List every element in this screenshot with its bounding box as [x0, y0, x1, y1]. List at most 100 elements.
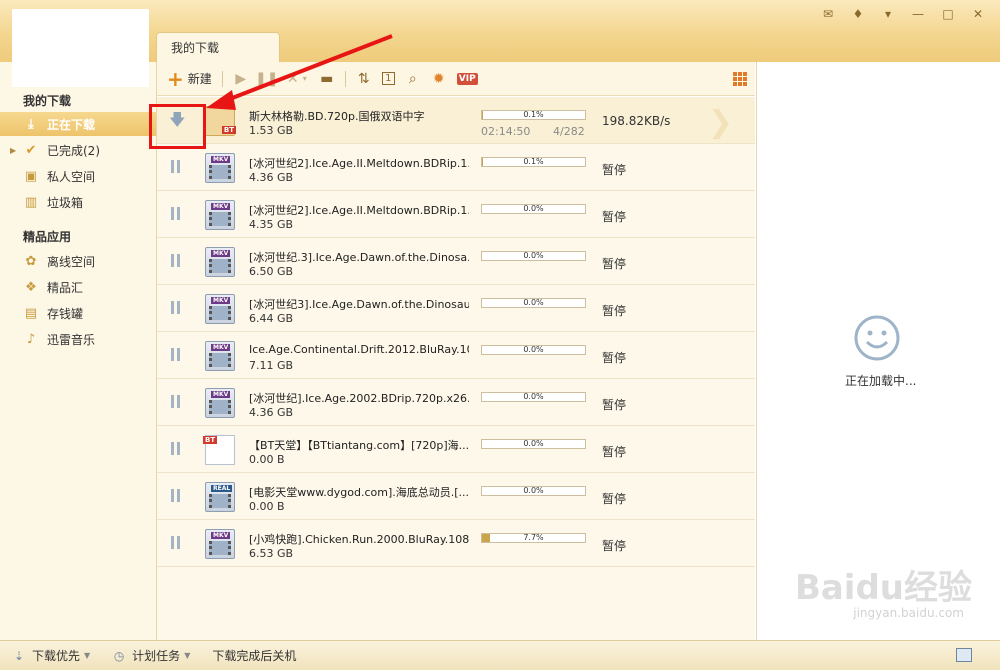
panel-toggle-icon[interactable] — [956, 648, 972, 662]
scheduled-task-button[interactable]: ◷ 计划任务 ▼ — [112, 647, 190, 664]
open-folder-button[interactable]: ▬ — [319, 68, 335, 90]
pause-icon[interactable] — [171, 348, 183, 362]
pause-icon[interactable] — [171, 207, 183, 221]
sidebar-item-label: 离线空间 — [47, 254, 96, 269]
settings-button[interactable]: ✹ — [431, 68, 447, 90]
sidebar-item-label: 私人空间 — [47, 169, 96, 184]
pause-icon[interactable] — [171, 254, 183, 268]
table-row[interactable]: MKV [冰河世纪2].Ice.Age.II.Meltdown.BDRip.1.… — [157, 144, 755, 191]
file-name: [小鸡快跑].Chicken.Run.2000.BluRay.108... — [249, 533, 469, 546]
sidebar: 我的下载 ⤓ 正在下载 ▶ ✔ 已完成(2) ▣ 私人空间 ▥ 垃圾箱 精品应用… — [0, 62, 157, 640]
status-text: 暂停 — [602, 163, 627, 177]
download-list: 🡇 BT 斯大林格勒.BD.720p.国俄双语中字 1.53 GB 0.1% 0… — [157, 97, 755, 640]
progress-bar: 0.0% — [481, 439, 586, 449]
file-size: 4.36 GB — [249, 406, 294, 419]
bt-folder-icon: BT — [205, 106, 236, 136]
file-size: 6.50 GB — [249, 265, 294, 278]
folder-icon: ▬ — [320, 70, 334, 87]
pause-icon[interactable] — [171, 489, 183, 503]
sidebar-section-title: 精品应用 — [23, 230, 72, 244]
sidebar-item-boutique[interactable]: ❖ 精品汇 — [0, 275, 156, 299]
download-priority-button[interactable]: ⇣ 下载优先 ▼ — [12, 647, 90, 664]
pause-icon[interactable] — [171, 301, 183, 315]
sidebar-item-music[interactable]: ♪ 迅雷音乐 — [0, 327, 156, 351]
table-row[interactable]: REAL [电影天堂www.dygod.com].海底总动员.[... 0.00… — [157, 473, 755, 520]
cloud-icon: ✿ — [25, 253, 37, 269]
vip-button[interactable]: VIP — [456, 68, 478, 90]
toolbar-divider — [344, 70, 346, 87]
table-row[interactable]: MKV [冰河世纪3].Ice.Age.Dawn.of.the.Dinosau.… — [157, 285, 755, 332]
pause-icon[interactable] — [171, 442, 183, 456]
mkv-file-icon: MKV — [205, 341, 235, 371]
progress-text: 0.0% — [523, 439, 544, 448]
gift-icon: ❖ — [25, 279, 37, 295]
table-row[interactable]: BT 【BT天堂】【BTtiantang.com】[720p]海... 0.00… — [157, 426, 755, 473]
file-name: [电影天堂www.dygod.com].海底总动员.[... — [249, 486, 469, 499]
single-task-button[interactable]: 1 — [381, 68, 395, 90]
progress-bar: 7.7% — [481, 533, 586, 543]
file-name: [冰河世纪.3].Ice.Age.Dawn.of.the.Dinosa... — [249, 251, 469, 264]
tab-label: 我的下载 — [171, 41, 220, 55]
info-panel: 正在加载中... — [756, 62, 1000, 640]
progress-text: 0.0% — [523, 298, 544, 307]
maximize-icon[interactable]: □ — [938, 6, 958, 22]
sort-button[interactable]: ⇅ — [356, 68, 372, 90]
file-name: [冰河世纪].Ice.Age.2002.BDrip.720p.x26... — [249, 392, 469, 405]
sidebar-item-completed[interactable]: ▶ ✔ 已完成(2) — [0, 138, 156, 162]
table-row[interactable]: MKV [冰河世纪2].Ice.Age.II.Meltdown.BDRip.1.… — [157, 191, 755, 238]
sidebar-item-trash[interactable]: ▥ 垃圾箱 — [0, 190, 156, 214]
pause-button[interactable]: ❚❚ — [255, 68, 278, 90]
delete-button[interactable]: ✕ ▾ — [285, 68, 309, 90]
file-size: 0.00 B — [249, 500, 285, 513]
file-name: Ice.Age.Continental.Drift.2012.BluRay.10… — [249, 343, 469, 356]
highlight-box — [149, 104, 206, 149]
app-grid-icon[interactable] — [733, 72, 747, 86]
piece-count: 4/282 — [553, 125, 585, 138]
progress-bar: 0.0% — [481, 392, 586, 402]
play-icon: ▶ — [235, 70, 247, 87]
real-file-icon: REAL — [205, 482, 235, 512]
status-text: 暂停 — [602, 210, 627, 224]
sidebar-item-label: 存钱罐 — [47, 306, 84, 321]
sidebar-item-private-space[interactable]: ▣ 私人空间 — [0, 164, 156, 188]
new-task-button[interactable]: + 新建 — [167, 68, 212, 90]
toolbar: + 新建 ▶ ❚❚ ✕ ▾ ▬ ⇅ 1 ⌕ ✹ VIP — [157, 62, 755, 96]
table-row[interactable]: MKV [小鸡快跑].Chicken.Run.2000.BluRay.108..… — [157, 520, 755, 567]
file-size: 4.35 GB — [249, 218, 294, 231]
tab-my-downloads[interactable]: 我的下载 — [156, 32, 280, 62]
sidebar-item-label: 精品汇 — [47, 280, 84, 295]
table-row[interactable]: MKV Ice.Age.Continental.Drift.2012.BluRa… — [157, 332, 755, 379]
menu-icon[interactable]: ▾ — [878, 6, 898, 22]
vip-icon: VIP — [456, 72, 478, 85]
clock-icon: ◷ — [113, 648, 125, 663]
file-name: [冰河世纪3].Ice.Age.Dawn.of.the.Dinosau... — [249, 298, 469, 311]
shutdown-after-download-button[interactable]: 下载完成后关机 — [212, 647, 296, 664]
chevron-right-icon[interactable]: ❯ — [708, 105, 733, 140]
table-row[interactable]: MKV [冰河世纪.3].Ice.Age.Dawn.of.the.Dinosa.… — [157, 238, 755, 285]
progress-text: 0.0% — [523, 486, 544, 495]
status-text: 暂停 — [602, 351, 627, 365]
sidebar-item-downloading[interactable]: ⤓ 正在下载 — [0, 112, 156, 136]
watermark-url: jingyan.baidu.com — [853, 606, 964, 620]
pause-icon[interactable] — [171, 160, 183, 174]
sidebar-item-offline-space[interactable]: ✿ 离线空间 — [0, 249, 156, 273]
schedule-label: 计划任务 — [132, 649, 181, 663]
pause-icon[interactable] — [171, 395, 183, 409]
sidebar-item-piggy-bank[interactable]: ▤ 存钱罐 — [0, 301, 156, 325]
lock-icon: ▣ — [24, 168, 38, 184]
mkv-file-icon: MKV — [205, 529, 235, 559]
pause-icon[interactable] — [171, 536, 183, 550]
file-size: 7.11 GB — [249, 359, 294, 372]
table-row[interactable]: MKV [冰河世纪].Ice.Age.2002.BDrip.720p.x26..… — [157, 379, 755, 426]
expand-arrow-icon[interactable]: ▶ — [10, 146, 16, 155]
progress-text: 0.0% — [523, 392, 544, 401]
file-size: 4.36 GB — [249, 171, 294, 184]
minimize-icon[interactable]: — — [908, 6, 928, 22]
close-icon[interactable]: ✕ — [968, 6, 988, 22]
table-row[interactable]: 🡇 BT 斯大林格勒.BD.720p.国俄双语中字 1.53 GB 0.1% 0… — [157, 97, 755, 144]
mail-icon[interactable]: ✉ — [818, 6, 838, 22]
skin-icon[interactable]: ♦ — [848, 6, 868, 22]
download-icon: ⤓ — [28, 116, 34, 132]
start-button[interactable]: ▶ — [233, 68, 249, 90]
search-button[interactable]: ⌕ — [405, 68, 421, 90]
